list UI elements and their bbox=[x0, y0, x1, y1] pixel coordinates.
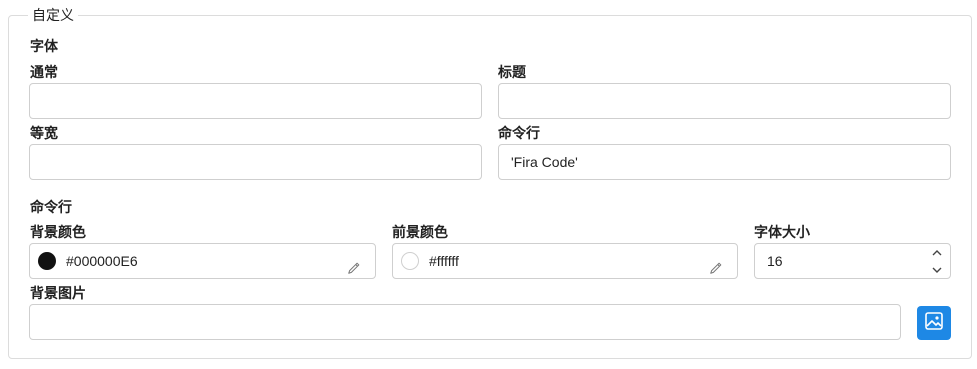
fonts-heading: 字体 bbox=[30, 38, 58, 54]
background-image-label: 背景图片 bbox=[30, 285, 86, 301]
monospace-font-input[interactable] bbox=[29, 144, 482, 180]
image-icon bbox=[924, 311, 944, 336]
font-size-field bbox=[754, 243, 951, 279]
terminal-font-label: 命令行 bbox=[498, 125, 540, 141]
background-image-input[interactable] bbox=[29, 304, 901, 340]
pencil-icon[interactable] bbox=[347, 253, 363, 274]
terminal-heading: 命令行 bbox=[30, 199, 72, 215]
select-image-button[interactable] bbox=[917, 306, 951, 340]
section-title: 自定义 bbox=[28, 6, 78, 24]
title-font-input[interactable] bbox=[498, 83, 951, 119]
monospace-font-label: 等宽 bbox=[30, 125, 58, 141]
background-color-label: 背景颜色 bbox=[30, 224, 86, 240]
foreground-color-label: 前景颜色 bbox=[392, 224, 448, 240]
background-color-field[interactable]: #000000E6 bbox=[29, 243, 376, 279]
terminal-font-input[interactable] bbox=[498, 144, 951, 180]
chevron-down-icon[interactable] bbox=[924, 261, 950, 278]
foreground-color-value: #ffffff bbox=[429, 253, 459, 269]
pencil-icon[interactable] bbox=[709, 253, 725, 274]
chevron-up-icon[interactable] bbox=[924, 244, 950, 261]
background-color-swatch[interactable] bbox=[38, 252, 56, 270]
foreground-color-field[interactable]: #ffffff bbox=[392, 243, 738, 279]
title-font-label: 标题 bbox=[498, 64, 526, 80]
font-size-input[interactable] bbox=[755, 244, 939, 278]
normal-font-input[interactable] bbox=[29, 83, 482, 119]
font-size-label: 字体大小 bbox=[754, 224, 810, 240]
font-size-spinner bbox=[924, 244, 950, 278]
foreground-color-swatch[interactable] bbox=[401, 252, 419, 270]
background-color-value: #000000E6 bbox=[66, 253, 138, 269]
normal-font-label: 通常 bbox=[30, 64, 58, 80]
